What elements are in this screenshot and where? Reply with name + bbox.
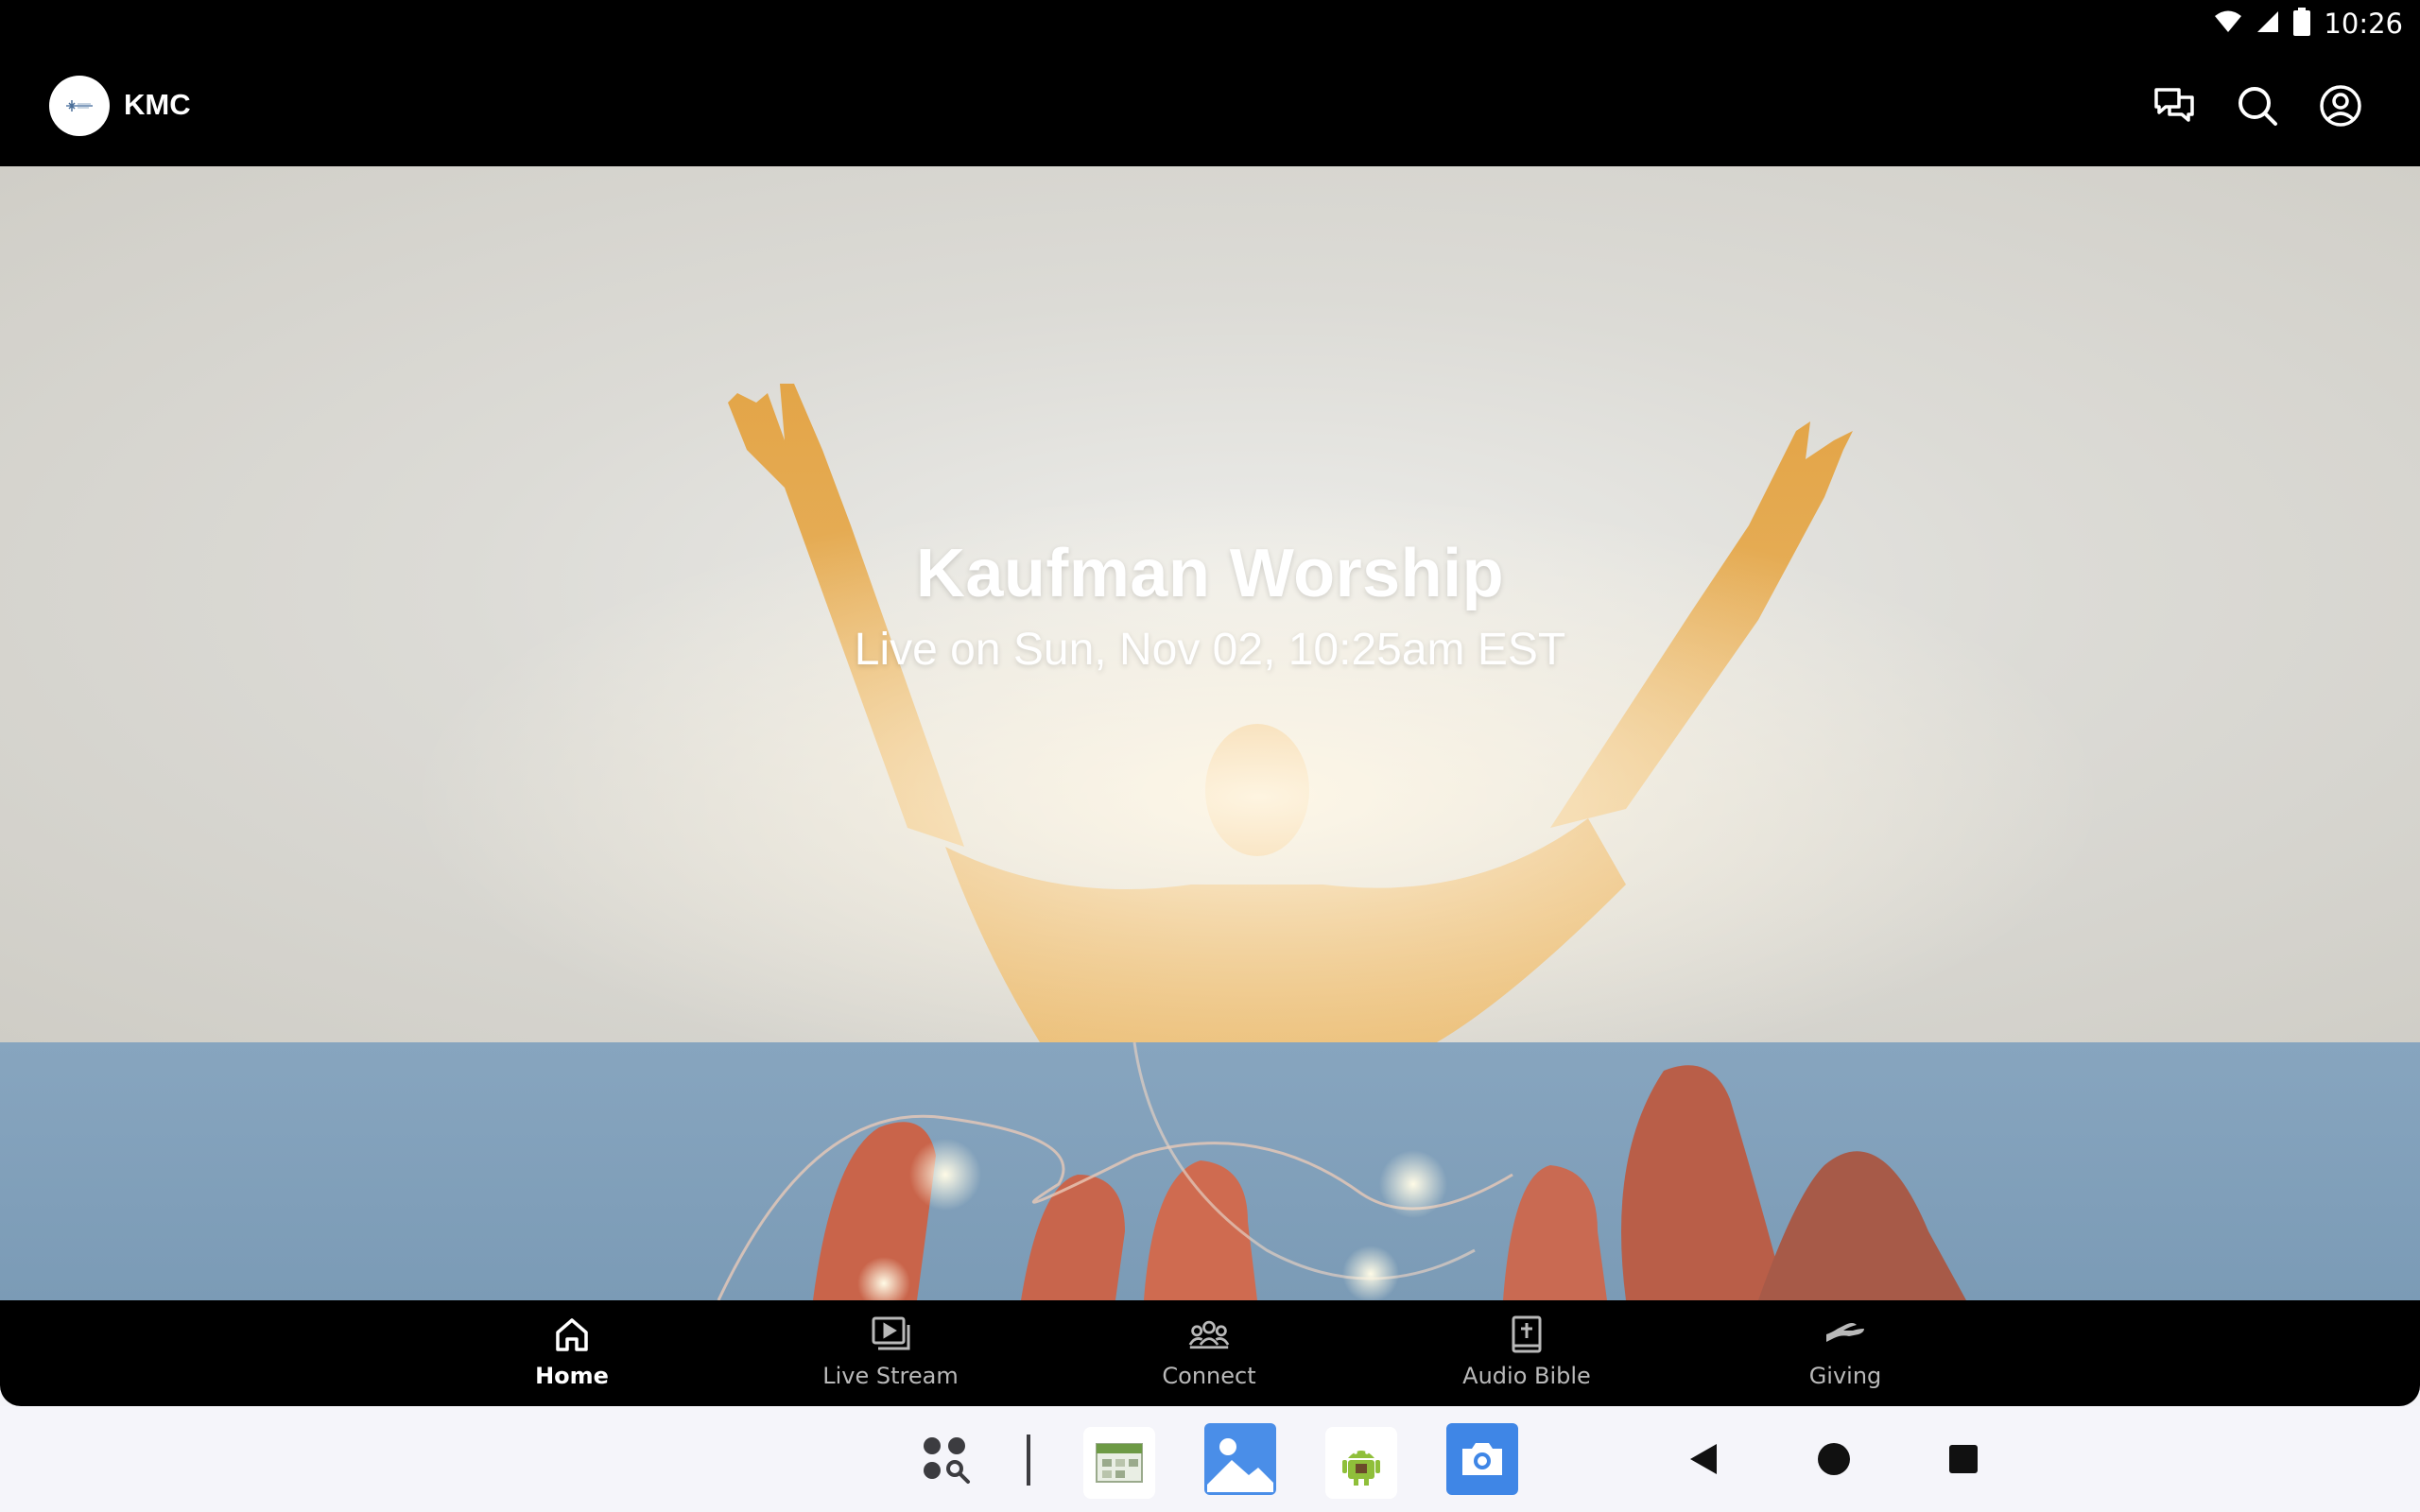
nav-label-home: Home [535,1363,609,1389]
home-icon [551,1314,593,1355]
account-icon[interactable] [2316,81,2365,130]
gallery-app-icon[interactable] [1204,1423,1276,1495]
nav-item-live-stream[interactable]: Live Stream [786,1314,994,1399]
system-taskbar [0,1406,2420,1512]
banner-image [717,1042,1966,1300]
nav-item-audio-bible[interactable]: Audio Bible [1423,1314,1631,1399]
calendar-app-icon[interactable] [1083,1427,1155,1499]
chat-icon[interactable] [2150,81,2199,130]
giving-hand-icon [1824,1314,1866,1355]
wifi-icon [2214,9,2242,39]
recents-icon[interactable] [1943,1438,1984,1480]
app-title: KMC [124,88,191,121]
hero-subtitle: Live on Sun, Nov 02, 10:25am EST [854,625,1566,675]
church-logo[interactable] [49,76,110,136]
bible-icon [1506,1314,1547,1355]
secondary-banner[interactable] [0,1042,2420,1300]
back-icon[interactable] [1683,1438,1724,1480]
app-bar: KMC [0,47,2420,166]
home-circle-icon[interactable] [1813,1438,1855,1480]
nav-item-giving[interactable]: Giving [1741,1314,1949,1399]
status-indicators: 10:26 [2214,6,2403,42]
camera-app-icon[interactable] [1446,1423,1518,1495]
hero-text: Kaufman Worship Live on Sun, Nov 02, 10:… [0,535,2420,676]
app-search-icon[interactable] [917,1431,977,1491]
bottom-navigation: Home Live Stream Connect Audio Bible Giv… [0,1300,2420,1406]
nav-label-connect: Connect [1162,1363,1256,1389]
nav-label-live-stream: Live Stream [822,1363,959,1389]
hero-banner[interactable]: Kaufman Worship Live on Sun, Nov 02, 10:… [0,166,2420,1042]
battery-icon [2293,7,2311,41]
nav-label-audio-bible: Audio Bible [1462,1363,1591,1389]
clock: 10:26 [2324,8,2403,40]
search-icon[interactable] [2233,81,2282,130]
live-stream-icon [870,1314,911,1355]
nav-item-home[interactable]: Home [468,1314,676,1399]
hero-title: Kaufman Worship [915,536,1505,611]
people-icon [1188,1314,1230,1355]
android-app-icon[interactable] [1325,1427,1397,1499]
status-bar: 10:26 [0,0,2420,47]
cellular-signal-icon [2256,9,2280,39]
nav-label-giving: Giving [1808,1363,1882,1389]
nav-item-connect[interactable]: Connect [1105,1314,1313,1399]
taskbar-divider [1027,1435,1030,1486]
